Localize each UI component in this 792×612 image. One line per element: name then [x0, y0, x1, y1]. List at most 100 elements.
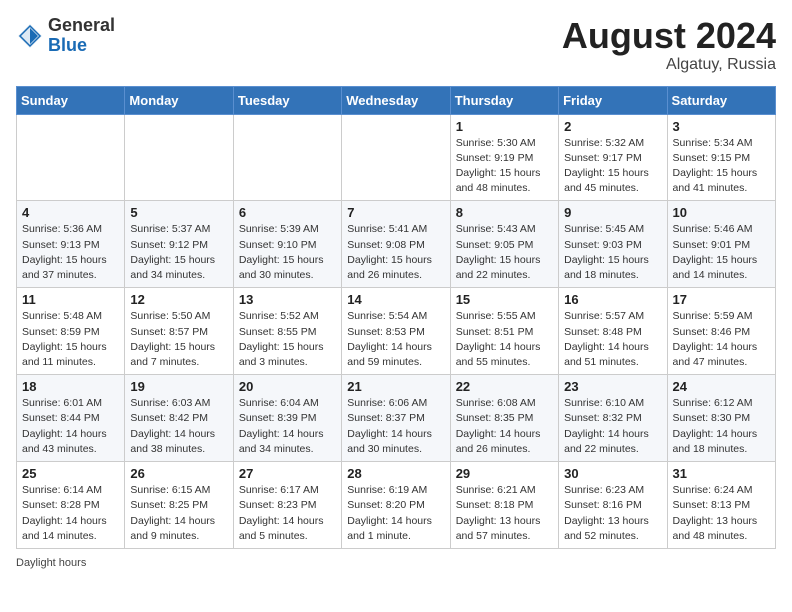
day-info: Sunrise: 5:32 AM Sunset: 9:17 PM Dayligh… — [564, 136, 661, 197]
table-row — [125, 114, 233, 201]
header-thursday: Thursday — [450, 86, 558, 114]
table-row: 10 Sunrise: 5:46 AM Sunset: 9:01 PM Dayli… — [667, 201, 775, 288]
day-info: Sunrise: 6:08 AM Sunset: 8:35 PM Dayligh… — [456, 396, 553, 457]
day-number: 2 — [564, 119, 661, 134]
header-tuesday: Tuesday — [233, 86, 341, 114]
table-row: 19 Sunrise: 6:03 AM Sunset: 8:42 PM Dayli… — [125, 375, 233, 462]
day-info: Sunrise: 6:24 AM Sunset: 8:13 PM Dayligh… — [673, 483, 770, 544]
day-info: Sunrise: 5:57 AM Sunset: 8:48 PM Dayligh… — [564, 309, 661, 370]
header-saturday: Saturday — [667, 86, 775, 114]
daylight-hours-label: Daylight hours — [16, 557, 86, 569]
table-row: 20 Sunrise: 6:04 AM Sunset: 8:39 PM Dayli… — [233, 375, 341, 462]
day-number: 1 — [456, 119, 553, 134]
header-monday: Monday — [125, 86, 233, 114]
day-number: 3 — [673, 119, 770, 134]
table-row: 28 Sunrise: 6:19 AM Sunset: 8:20 PM Dayli… — [342, 462, 450, 549]
day-number: 27 — [239, 466, 336, 481]
day-info: Sunrise: 6:15 AM Sunset: 8:25 PM Dayligh… — [130, 483, 227, 544]
title-block: August 2024 Algatuy, Russia — [562, 16, 776, 74]
logo-text: General Blue — [48, 16, 115, 56]
day-info: Sunrise: 5:55 AM Sunset: 8:51 PM Dayligh… — [456, 309, 553, 370]
header-wednesday: Wednesday — [342, 86, 450, 114]
month-year: August 2024 — [562, 16, 776, 56]
day-info: Sunrise: 6:03 AM Sunset: 8:42 PM Dayligh… — [130, 396, 227, 457]
table-row: 5Sunrise: 5:37 AM Sunset: 9:12 PM Daylig… — [125, 201, 233, 288]
day-number: 21 — [347, 379, 444, 394]
day-info: Sunrise: 5:30 AM Sunset: 9:19 PM Dayligh… — [456, 136, 553, 197]
table-row: 11Sunrise: 5:48 AM Sunset: 8:59 PM Dayli… — [17, 288, 125, 375]
day-info: Sunrise: 5:41 AM Sunset: 9:08 PM Dayligh… — [347, 222, 444, 283]
day-info: Sunrise: 5:52 AM Sunset: 8:55 PM Dayligh… — [239, 309, 336, 370]
footer: Daylight hours — [16, 557, 776, 569]
table-row — [342, 114, 450, 201]
day-number: 25 — [22, 466, 119, 481]
day-info: Sunrise: 6:10 AM Sunset: 8:32 PM Dayligh… — [564, 396, 661, 457]
table-row: 16 Sunrise: 5:57 AM Sunset: 8:48 PM Dayli… — [559, 288, 667, 375]
table-row: 3 Sunrise: 5:34 AM Sunset: 9:15 PM Daylig… — [667, 114, 775, 201]
table-row: 12Sunrise: 5:50 AM Sunset: 8:57 PM Dayli… — [125, 288, 233, 375]
table-row: 18 Sunrise: 6:01 AM Sunset: 8:44 PM Dayli… — [17, 375, 125, 462]
day-info: Sunrise: 5:45 AM Sunset: 9:03 PM Dayligh… — [564, 222, 661, 283]
day-number: 7 — [347, 205, 444, 220]
table-row: 4Sunrise: 5:36 AM Sunset: 9:13 PM Daylig… — [17, 201, 125, 288]
day-number: 16 — [564, 292, 661, 307]
day-number: 6 — [239, 205, 336, 220]
day-number: 19 — [130, 379, 227, 394]
table-row: 22 Sunrise: 6:08 AM Sunset: 8:35 PM Dayli… — [450, 375, 558, 462]
table-row: 1 Sunrise: 5:30 AM Sunset: 9:19 PM Daylig… — [450, 114, 558, 201]
day-number: 10 — [673, 205, 770, 220]
day-number: 18 — [22, 379, 119, 394]
week-row-5: 25Sunrise: 6:14 AM Sunset: 8:28 PM Dayli… — [17, 462, 776, 549]
header-sunday: Sunday — [17, 86, 125, 114]
week-row-2: 4Sunrise: 5:36 AM Sunset: 9:13 PM Daylig… — [17, 201, 776, 288]
location: Algatuy, Russia — [562, 56, 776, 74]
week-row-3: 11Sunrise: 5:48 AM Sunset: 8:59 PM Dayli… — [17, 288, 776, 375]
table-row: 9 Sunrise: 5:45 AM Sunset: 9:03 PM Daylig… — [559, 201, 667, 288]
day-number: 20 — [239, 379, 336, 394]
table-row: 13Sunrise: 5:52 AM Sunset: 8:55 PM Dayli… — [233, 288, 341, 375]
table-row: 21Sunrise: 6:06 AM Sunset: 8:37 PM Dayli… — [342, 375, 450, 462]
day-number: 14 — [347, 292, 444, 307]
logo-icon — [16, 22, 44, 50]
table-row: 17 Sunrise: 5:59 AM Sunset: 8:46 PM Dayli… — [667, 288, 775, 375]
day-number: 26 — [130, 466, 227, 481]
table-row: 26 Sunrise: 6:15 AM Sunset: 8:25 PM Dayli… — [125, 462, 233, 549]
day-info: Sunrise: 6:12 AM Sunset: 8:30 PM Dayligh… — [673, 396, 770, 457]
week-row-1: 1 Sunrise: 5:30 AM Sunset: 9:19 PM Daylig… — [17, 114, 776, 201]
weekday-header-row: Sunday Monday Tuesday Wednesday Thursday… — [17, 86, 776, 114]
table-row: 29Sunrise: 6:21 AM Sunset: 8:18 PM Dayli… — [450, 462, 558, 549]
day-info: Sunrise: 6:19 AM Sunset: 8:20 PM Dayligh… — [347, 483, 444, 544]
page-header: General Blue August 2024 Algatuy, Russia — [16, 16, 776, 74]
table-row: 15 Sunrise: 5:55 AM Sunset: 8:51 PM Dayli… — [450, 288, 558, 375]
table-row: 14 Sunrise: 5:54 AM Sunset: 8:53 PM Dayli… — [342, 288, 450, 375]
day-info: Sunrise: 5:46 AM Sunset: 9:01 PM Dayligh… — [673, 222, 770, 283]
calendar-table: Sunday Monday Tuesday Wednesday Thursday… — [16, 86, 776, 549]
week-row-4: 18 Sunrise: 6:01 AM Sunset: 8:44 PM Dayli… — [17, 375, 776, 462]
day-number: 28 — [347, 466, 444, 481]
table-row: 31Sunrise: 6:24 AM Sunset: 8:13 PM Dayli… — [667, 462, 775, 549]
day-number: 22 — [456, 379, 553, 394]
day-number: 30 — [564, 466, 661, 481]
day-number: 17 — [673, 292, 770, 307]
table-row: 23 Sunrise: 6:10 AM Sunset: 8:32 PM Dayli… — [559, 375, 667, 462]
table-row: 8Sunrise: 5:43 AM Sunset: 9:05 PM Daylig… — [450, 201, 558, 288]
table-row — [17, 114, 125, 201]
day-number: 24 — [673, 379, 770, 394]
table-row — [233, 114, 341, 201]
table-row: 30Sunrise: 6:23 AM Sunset: 8:16 PM Dayli… — [559, 462, 667, 549]
day-info: Sunrise: 5:54 AM Sunset: 8:53 PM Dayligh… — [347, 309, 444, 370]
table-row: 25Sunrise: 6:14 AM Sunset: 8:28 PM Dayli… — [17, 462, 125, 549]
day-number: 4 — [22, 205, 119, 220]
day-number: 9 — [564, 205, 661, 220]
day-number: 15 — [456, 292, 553, 307]
day-info: Sunrise: 5:34 AM Sunset: 9:15 PM Dayligh… — [673, 136, 770, 197]
day-number: 5 — [130, 205, 227, 220]
day-number: 8 — [456, 205, 553, 220]
day-info: Sunrise: 6:04 AM Sunset: 8:39 PM Dayligh… — [239, 396, 336, 457]
day-info: Sunrise: 6:01 AM Sunset: 8:44 PM Dayligh… — [22, 396, 119, 457]
day-number: 23 — [564, 379, 661, 394]
table-row: 2 Sunrise: 5:32 AM Sunset: 9:17 PM Daylig… — [559, 114, 667, 201]
day-number: 11 — [22, 292, 119, 307]
logo: General Blue — [16, 16, 115, 56]
day-info: Sunrise: 5:59 AM Sunset: 8:46 PM Dayligh… — [673, 309, 770, 370]
